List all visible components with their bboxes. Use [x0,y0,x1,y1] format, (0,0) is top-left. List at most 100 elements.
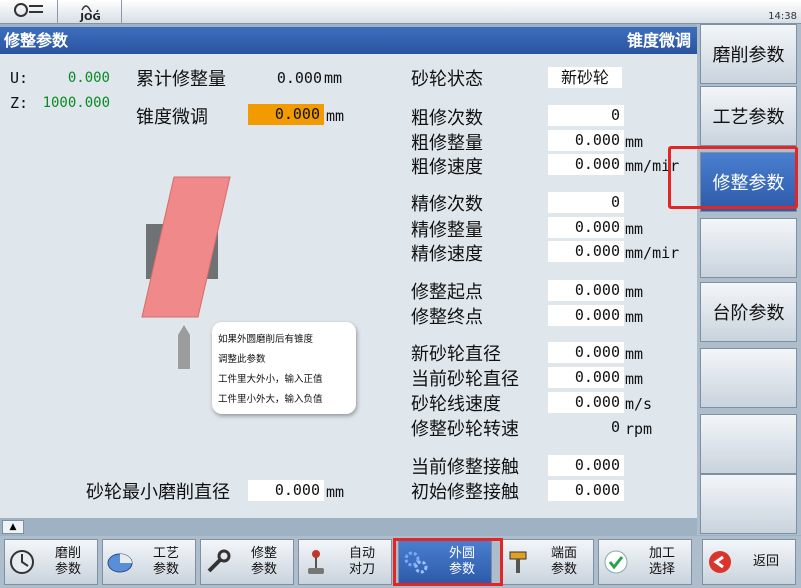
hkey-dressing-params[interactable]: 修整 参数 [200,539,294,585]
initial-dress-contact-input[interactable]: 0.000 [548,480,624,501]
hkey-label: 工艺 参数 [152,546,179,577]
current-field-title: 锥度微调 [626,31,691,50]
clock: 14:38 [768,0,797,22]
clock-time: 14:38 [768,11,797,22]
wheel-linear-speed-label: 砂轮线速度 [411,394,501,415]
fine-count-input[interactable]: 0 [548,192,624,213]
hkey-label: 修整 参数 [250,546,277,577]
initial-dress-contact-label: 初始修整接触 [411,482,519,503]
axis-u-value: 0.000 [67,70,110,86]
fine-speed-unit: mm/mir [625,244,680,262]
tooltip-line: 工件里大外小，输入正值 [218,374,323,385]
new-wheel-dia-unit: mm [625,345,644,363]
axis-z-value: 1000.000 [42,95,110,111]
dress-end-input[interactable]: 0.000 [548,305,624,326]
rough-amount-input[interactable]: 0.000 [548,130,624,151]
wheel-state-field[interactable]: 新砂轮 [548,67,622,88]
back-arrow-icon [703,539,737,585]
grinding-icon [5,539,39,585]
dress-end-label: 修整终点 [411,307,483,328]
min-grind-diameter-input[interactable]: 0.000 [248,480,324,501]
tooltip-line: 调整此参数 [218,354,266,365]
dress-start-input[interactable]: 0.000 [548,280,624,301]
dress-start-label: 修整起点 [411,282,483,303]
fine-amount-input[interactable]: 0.000 [548,217,624,238]
fine-speed-label: 精修速度 [411,244,483,265]
hkey-grinding-params[interactable]: 磨削 参数 [4,539,98,585]
rough-speed-label: 粗修速度 [411,157,483,178]
hkey-back[interactable]: 返回 [702,539,796,585]
wrench-icon [201,539,235,585]
taper-adjust-label: 锥度微调 [136,107,208,128]
hkey-machining-select[interactable]: 加工 选择 [598,539,692,585]
help-tooltip: 如果外圆磨削后有锥度 调整此参数 工件里大外小，输入正值 工件里小外大，输入负值 [212,322,356,414]
dress-start-unit: mm [625,283,644,301]
hkey-label: 端面 参数 [550,546,577,577]
jog-mode-indicator: JOG [60,0,122,24]
softkey-empty-4[interactable] [700,218,797,278]
softkey-grinding-params[interactable]: 磨削参数 [700,24,797,84]
wheel-linear-speed-input[interactable]: 0.000 [548,392,624,413]
hkey-auto-tool-setting[interactable]: 自动 对刀 [298,539,392,585]
rough-amount-label: 粗修整量 [411,133,483,154]
softkey-empty-6[interactable] [700,348,797,408]
current-wheel-dia-unit: mm [625,370,644,388]
hkey-label: 自动 对刀 [348,546,375,577]
min-grind-diameter-unit: mm [326,483,345,501]
hkey-face-params[interactable]: 端面 参数 [500,539,594,585]
status-bar: JOG 14:38 [0,0,801,24]
wheel-state-label: 砂轮状态 [411,69,483,90]
rough-speed-input[interactable]: 0.000 [548,154,624,175]
current-wheel-dia-label: 当前砂轮直径 [411,369,519,390]
dresser-rpm-label: 修整砂轮转速 [411,419,519,440]
hammer-icon [501,539,535,585]
softkey-process-params[interactable]: 工艺参数 [700,86,797,146]
dresser-rpm-value: 0 [610,418,620,436]
rough-count-input[interactable]: 0 [548,105,624,126]
check-icon [599,539,633,585]
jog-icon [80,4,99,12]
cumulative-dress-label: 累计修整量 [136,69,226,90]
dresser-rpm-unit: rpm [625,420,653,438]
machine-logo-icon [0,0,58,24]
hkey-process-params[interactable]: 工艺 参数 [102,539,196,585]
dress-end-unit: mm [625,308,644,326]
current-wheel-dia-input[interactable]: 0.000 [548,367,624,388]
tooltip-line: 工件里小外大，输入负值 [218,394,323,405]
page-title: 修整参数 [4,31,69,50]
joystick-icon [299,539,333,585]
wheel-linear-speed-unit: m/s [625,395,653,413]
softkey-empty-7[interactable] [700,414,797,474]
fine-count-label: 精修次数 [411,194,483,215]
fine-amount-label: 精修整量 [411,220,483,241]
rough-count-label: 粗修次数 [411,108,483,129]
current-dress-contact-label: 当前修整接触 [411,457,519,478]
cumulative-dress-value: 0.000 [276,69,322,87]
taper-adjust-input[interactable]: 0.000 [248,104,324,125]
hkey-label: 返回 [752,554,779,569]
panel-title-bar: 修整参数 锥度微调 [0,27,697,54]
fine-speed-input[interactable]: 0.000 [548,241,624,262]
softkey-annotation-box [668,146,798,209]
scroll-up-button[interactable]: ▲ [2,520,24,534]
axis-z-label: Z: [10,94,29,112]
current-dress-contact-input[interactable]: 0.000 [548,455,624,476]
tooltip-line: 如果外圆磨削后有锥度 [218,334,314,345]
rough-amount-unit: mm [625,133,644,151]
softkey-empty-8[interactable] [700,474,797,534]
axis-u-label: U: [10,69,29,87]
softkey-step-params[interactable]: 台阶参数 [700,282,797,342]
mode-label: JOG [80,11,101,23]
hkey-annotation-box [393,538,503,586]
vertical-softkey-bar: 磨削参数 工艺参数 修整参数 台阶参数 [697,24,801,535]
fine-amount-unit: mm [625,220,644,238]
cumulative-dress-unit: mm [324,69,343,87]
hkey-label: 磨削 参数 [54,546,81,577]
pie-chart-icon [103,539,137,585]
hkey-label: 加工 选择 [648,546,675,577]
min-grind-diameter-label: 砂轮最小磨削直径 [86,482,230,503]
taper-adjust-unit: mm [326,107,345,125]
dressing-params-panel: 修整参数 锥度微调 U: 0.000 Z: 1000.000 累计修整量 0.0… [0,27,697,518]
new-wheel-dia-label: 新砂轮直径 [411,344,501,365]
new-wheel-dia-input[interactable]: 0.000 [548,342,624,363]
